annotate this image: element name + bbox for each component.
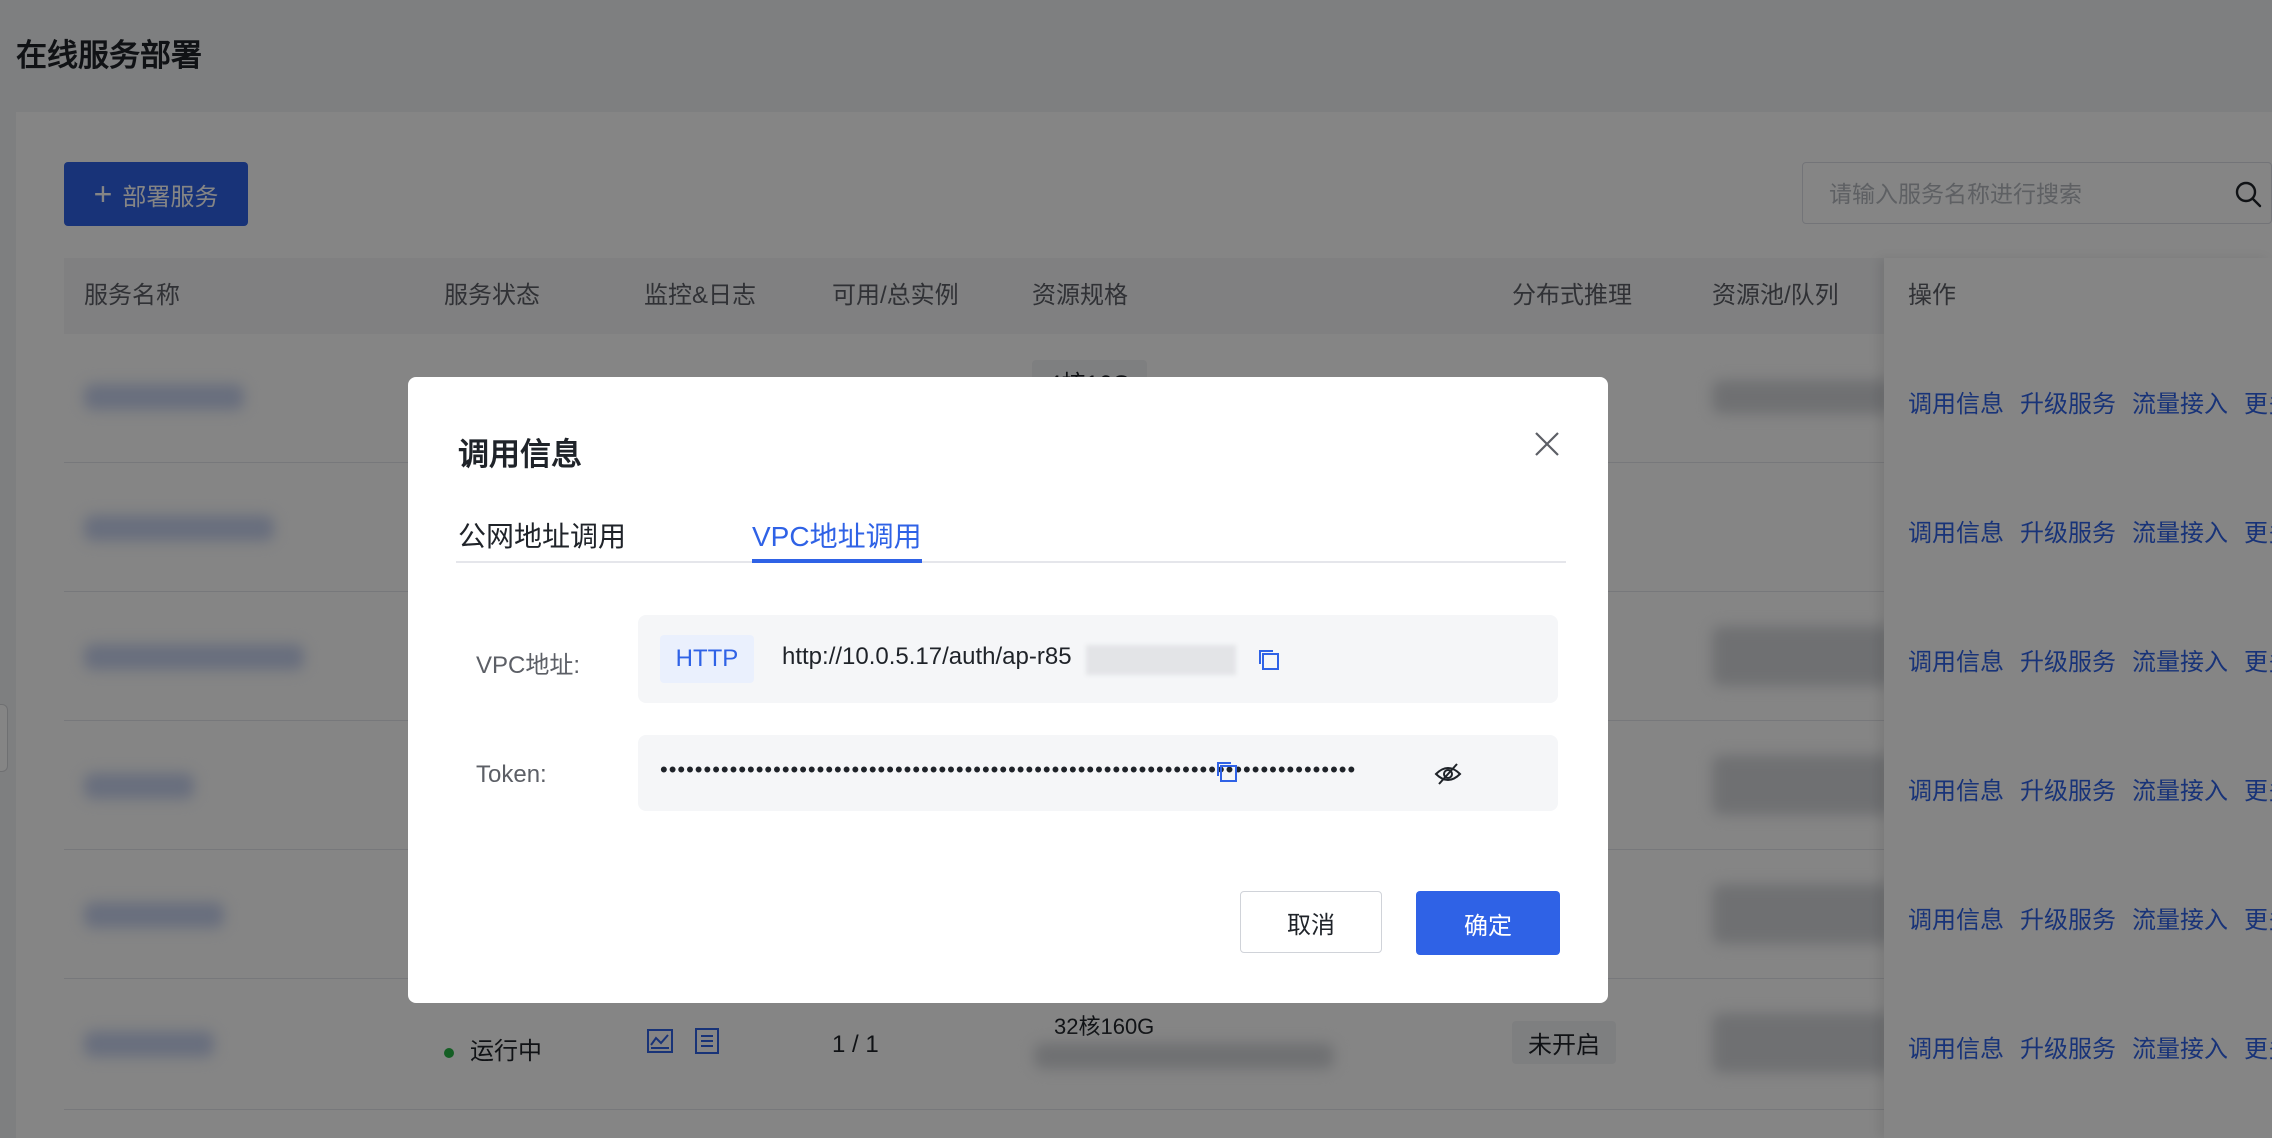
token-box: ••••••••••••••••••••••••••••••••••••••••…: [638, 735, 1558, 811]
dialog-title: 调用信息: [458, 437, 582, 472]
copy-icon[interactable]: [1256, 647, 1282, 673]
copy-icon[interactable]: [1214, 759, 1240, 785]
token-label: Token:: [476, 761, 547, 788]
tab-vpc-address[interactable]: VPC地址调用: [752, 515, 922, 563]
call-method-tabs: 公网地址调用 VPC地址调用: [456, 517, 1566, 563]
eye-off-icon[interactable]: [1434, 761, 1462, 787]
token-masked-text: ••••••••••••••••••••••••••••••••••••••••…: [660, 757, 1357, 782]
vpc-address-label: VPC地址:: [476, 652, 581, 679]
cancel-button[interactable]: 取消: [1240, 891, 1382, 953]
vpc-address-box: HTTP http://10.0.5.17/auth/ap-r85: [638, 615, 1558, 703]
invoke-info-dialog: 调用信息 公网地址调用 VPC地址调用 VPC地址: HTTP http://1…: [408, 377, 1608, 1003]
vpc-url-text: http://10.0.5.17/auth/ap-r85: [782, 643, 1072, 670]
url-redaction: [1086, 645, 1236, 675]
tab-public-address[interactable]: 公网地址调用: [458, 515, 626, 559]
close-icon[interactable]: [1530, 427, 1564, 461]
confirm-button[interactable]: 确定: [1416, 891, 1560, 955]
protocol-badge: HTTP: [660, 635, 754, 683]
